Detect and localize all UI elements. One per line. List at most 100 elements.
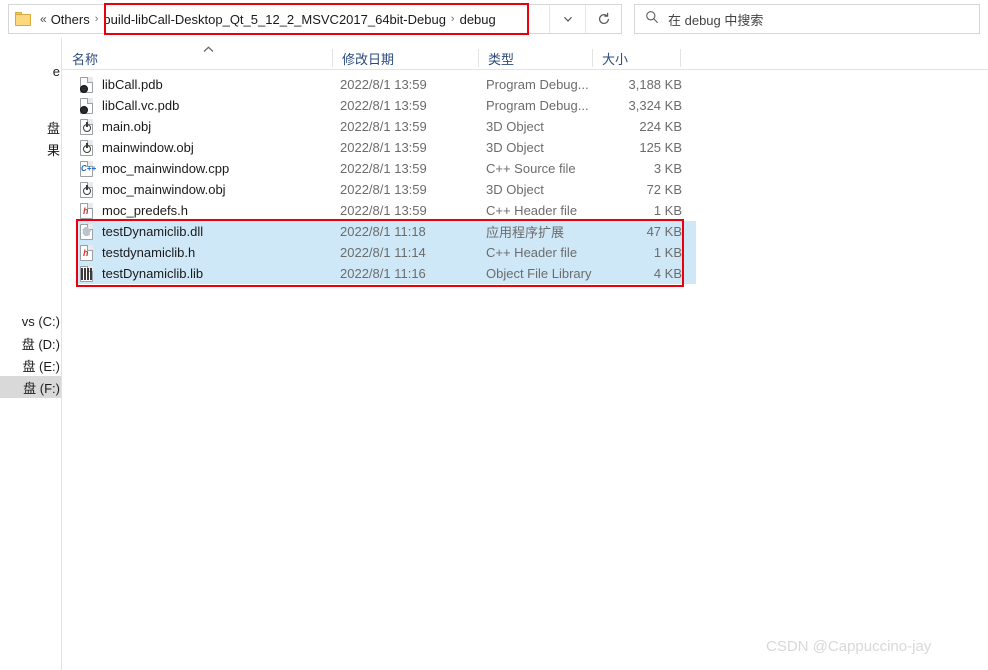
file-name: main.obj xyxy=(102,119,152,134)
pdb-file-icon xyxy=(80,98,95,114)
sidebar-item-label: 盘 xyxy=(46,120,60,136)
file-date: 2022/8/1 13:59 xyxy=(340,98,427,113)
table-row[interactable]: libCall.vc.pdb 2022/8/1 13:59 Program De… xyxy=(76,95,696,116)
table-row[interactable]: h testdynamiclib.h 2022/8/1 11:14 C++ He… xyxy=(76,242,696,263)
file-name: testDynamiclib.lib xyxy=(102,266,204,281)
sidebar-item-drive-e[interactable]: 盘 (E:) xyxy=(0,354,61,376)
file-date: 2022/8/1 13:59 xyxy=(340,119,427,134)
search-input-placeholder[interactable]: 在 debug 中搜索 xyxy=(668,10,763,29)
file-type: Program Debug... xyxy=(486,98,589,113)
sidebar-item-2[interactable]: 果 xyxy=(0,138,61,160)
table-row[interactable]: libCall.pdb 2022/8/1 13:59 Program Debug… xyxy=(76,74,696,95)
table-row[interactable]: testDynamiclib.dll 2022/8/1 11:18 应用程序扩展… xyxy=(76,221,696,242)
file-size: 3 KB xyxy=(653,161,682,176)
folder-icon xyxy=(15,12,31,26)
breadcrumb-item-debug[interactable]: debug xyxy=(460,12,496,27)
file-name: testDynamiclib.dll xyxy=(102,224,204,239)
file-date: 2022/8/1 11:18 xyxy=(340,224,426,239)
dll-file-icon xyxy=(80,224,95,240)
sidebar-item-drive-f[interactable]: 盘 (F:) xyxy=(0,376,61,398)
lib-file-icon xyxy=(80,266,95,282)
chevron-down-icon xyxy=(562,13,574,25)
file-date: 2022/8/1 13:59 xyxy=(340,140,427,155)
file-type: C++ Header file xyxy=(486,245,578,260)
file-name: moc_mainwindow.obj xyxy=(102,182,226,197)
file-type: C++ Header file xyxy=(486,203,578,218)
sidebar-item-1[interactable]: 盘 xyxy=(0,116,61,138)
refresh-icon xyxy=(597,12,611,26)
breadcrumb[interactable]: « Others › build-libCall-Desktop_Qt_5_12… xyxy=(9,5,549,33)
file-size: 4 KB xyxy=(653,266,682,281)
table-row[interactable]: C++ moc_mainwindow.cpp 2022/8/1 13:59 C+… xyxy=(76,158,696,179)
file-size: 47 KB xyxy=(646,224,682,239)
sidebar-item-label: e xyxy=(52,63,60,79)
breadcrumb-item-build-dir[interactable]: build-libCall-Desktop_Qt_5_12_2_MSVC2017… xyxy=(103,12,446,27)
navigation-pane[interactable]: e 盘 果 vs (C:) 盘 (D:) 盘 (E:) 盘 (F:) xyxy=(0,38,62,670)
file-type: 3D Object xyxy=(486,140,544,155)
address-bar[interactable]: « Others › build-libCall-Desktop_Qt_5_12… xyxy=(8,4,622,34)
file-type: Program Debug... xyxy=(486,77,589,92)
cpp-source-file-icon: C++ xyxy=(80,161,96,177)
sidebar-item-label: vs (C:) xyxy=(21,313,60,329)
address-history-dropdown-button[interactable] xyxy=(549,5,585,33)
sidebar-item-label: 盘 (E:) xyxy=(22,358,60,374)
file-list[interactable]: libCall.pdb 2022/8/1 13:59 Program Debug… xyxy=(62,74,988,284)
file-date: 2022/8/1 11:16 xyxy=(340,266,426,281)
file-type: 3D Object xyxy=(486,182,544,197)
file-type: 3D Object xyxy=(486,119,544,134)
obj-file-icon xyxy=(80,119,95,135)
file-date: 2022/8/1 11:14 xyxy=(340,245,426,260)
file-type: C++ Source file xyxy=(486,161,576,176)
refresh-button[interactable] xyxy=(585,5,621,33)
sidebar-item-label: 果 xyxy=(46,142,60,158)
file-name: moc_mainwindow.cpp xyxy=(102,161,230,176)
file-date: 2022/8/1 13:59 xyxy=(340,182,427,197)
column-header-size[interactable]: 大小 xyxy=(592,46,680,70)
search-icon xyxy=(645,10,659,29)
file-date: 2022/8/1 13:59 xyxy=(340,161,427,176)
file-explorer-window: « Others › build-libCall-Desktop_Qt_5_12… xyxy=(0,0,988,670)
file-date: 2022/8/1 13:59 xyxy=(340,203,427,218)
table-row[interactable]: testDynamiclib.lib 2022/8/1 11:16 Object… xyxy=(76,263,696,284)
file-size: 3,324 KB xyxy=(628,98,683,113)
file-size: 125 KB xyxy=(639,140,682,155)
file-name: testdynamiclib.h xyxy=(102,245,196,260)
column-header-name[interactable]: 名称 xyxy=(62,46,332,70)
file-type: Object File Library xyxy=(486,266,592,281)
sidebar-item-0[interactable]: e xyxy=(0,60,61,82)
sidebar-item-label: 盘 (F:) xyxy=(23,380,60,396)
file-size: 3,188 KB xyxy=(628,77,683,92)
explorer-toolbar: « Others › build-libCall-Desktop_Qt_5_12… xyxy=(0,0,988,38)
header-file-icon: h xyxy=(80,203,95,219)
sidebar-item-label: 盘 (D:) xyxy=(21,336,60,352)
file-name: moc_predefs.h xyxy=(102,203,188,218)
search-box[interactable]: 在 debug 中搜索 xyxy=(634,4,980,34)
file-name: libCall.pdb xyxy=(102,77,163,92)
column-header-row: 名称 修改日期 类型 大小 xyxy=(62,46,988,70)
column-header-date[interactable]: 修改日期 xyxy=(332,46,478,70)
obj-file-icon xyxy=(80,140,95,156)
obj-file-icon xyxy=(80,182,95,198)
header-file-icon: h xyxy=(80,245,95,261)
table-row[interactable]: moc_mainwindow.obj 2022/8/1 13:59 3D Obj… xyxy=(76,179,696,200)
sidebar-item-drive-d[interactable]: 盘 (D:) xyxy=(0,332,61,354)
breadcrumb-separator-icon: › xyxy=(94,13,99,25)
file-size: 72 KB xyxy=(646,182,682,197)
table-row[interactable]: mainwindow.obj 2022/8/1 13:59 3D Object … xyxy=(76,137,696,158)
table-row[interactable]: main.obj 2022/8/1 13:59 3D Object 224 KB xyxy=(76,116,696,137)
file-size: 224 KB xyxy=(639,119,682,134)
table-row[interactable]: h moc_predefs.h 2022/8/1 13:59 C++ Heade… xyxy=(76,200,696,221)
file-name: libCall.vc.pdb xyxy=(102,98,180,113)
breadcrumb-item-others[interactable]: Others xyxy=(51,12,90,27)
breadcrumb-overflow-icon[interactable]: « xyxy=(40,12,47,26)
file-date: 2022/8/1 13:59 xyxy=(340,77,427,92)
file-name: mainwindow.obj xyxy=(102,140,194,155)
column-divider[interactable] xyxy=(680,49,681,67)
pdb-file-icon xyxy=(80,77,95,93)
watermark: CSDN @Cappuccino-jay xyxy=(766,638,932,655)
file-size: 1 KB xyxy=(653,245,682,260)
file-type: 应用程序扩展 xyxy=(486,225,565,240)
column-header-type[interactable]: 类型 xyxy=(478,46,592,70)
sidebar-item-drive-c[interactable]: vs (C:) xyxy=(0,310,61,332)
file-size: 1 KB xyxy=(653,203,682,218)
